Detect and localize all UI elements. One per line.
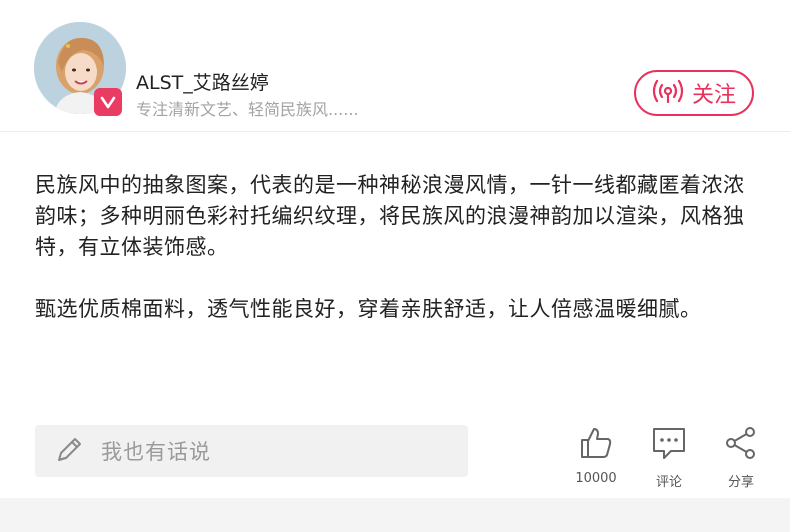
action-bar: 我也有话说 10000 评论 分享	[0, 420, 790, 500]
thumbs-up-icon	[578, 425, 614, 465]
comment-placeholder: 我也有话说	[101, 440, 211, 464]
content-paragraph: 甄选优质棉面料，透气性能良好，穿着亲肤舒适，让人倍感温暖细腻。	[35, 297, 702, 321]
comment-button[interactable]: 评论	[645, 425, 693, 490]
avatar-container[interactable]	[34, 22, 126, 116]
share-label: 分享	[727, 475, 754, 490]
comment-input[interactable]: 我也有话说	[35, 425, 468, 477]
vip-badge-icon	[94, 88, 122, 116]
post-content: 民族风中的抽象图案，代表的是一种神秘浪漫风情，一针一线都藏匿着浓浓韵味；多种明丽…	[35, 170, 757, 356]
live-broadcast-icon	[652, 78, 684, 108]
like-button[interactable]: 10000	[572, 425, 620, 486]
content-paragraph: 民族风中的抽象图案，代表的是一种神秘浪漫风情，一针一线都藏匿着浓浓韵味；多种明丽…	[35, 173, 745, 259]
pencil-icon	[55, 434, 85, 468]
follow-label: 关注	[691, 83, 736, 108]
user-description: 专注清新文艺、轻简民族风......	[136, 100, 359, 119]
comment-label: 评论	[655, 475, 682, 490]
user-name[interactable]: ALST_艾路丝婷	[136, 68, 269, 95]
like-count: 10000	[575, 471, 617, 486]
bottom-divider	[0, 498, 790, 532]
share-icon	[723, 425, 759, 465]
post-header: ALST_艾路丝婷 专注清新文艺、轻简民族风...... 关注	[0, 0, 790, 132]
follow-button[interactable]: 关注	[634, 70, 754, 116]
chat-bubble-icon	[651, 425, 687, 465]
share-button[interactable]: 分享	[718, 425, 764, 490]
